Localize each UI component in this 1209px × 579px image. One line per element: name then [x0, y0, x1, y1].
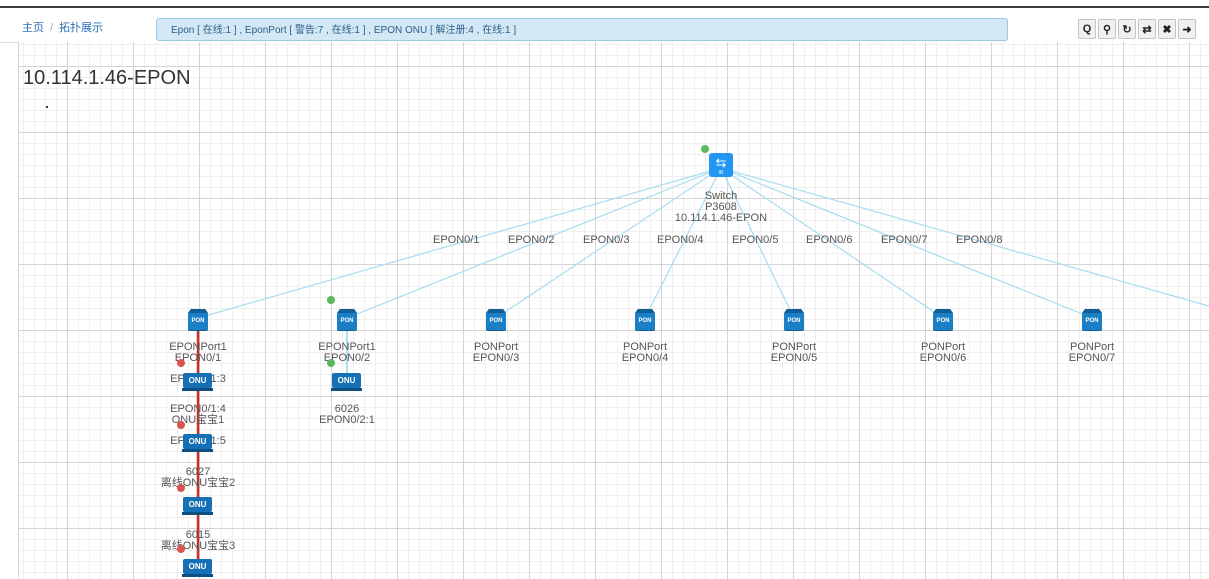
onu-online-dot	[327, 359, 335, 367]
switch-status-dot	[701, 145, 709, 153]
onu-icon[interactable]: ONU	[331, 373, 362, 391]
pon-port-id: EPON0/3	[472, 352, 520, 364]
pon-port-icon[interactable]: PON	[337, 312, 357, 330]
onu-label: 6027 离线ONU宝宝2	[148, 467, 248, 489]
pon-port-label: PONPort EPON0/7	[1042, 342, 1142, 364]
port-link-label: EPON0/4	[657, 234, 704, 246]
topology-links	[196, 167, 1209, 568]
port-link-label: EPON0/2	[508, 234, 555, 246]
switch-label: Switch P3608 10.114.1.46-EPON	[661, 191, 781, 224]
pon-port-icon[interactable]: PON	[784, 312, 804, 330]
pon-port-label: EPONPort1 EPON0/1	[148, 342, 248, 364]
port-link-label: EPON0/6	[806, 234, 853, 246]
port-link-label: EPON0/7	[881, 234, 928, 246]
port-link-label: EPON0/8	[956, 234, 1003, 246]
pon-port-status-dot	[327, 296, 335, 304]
onu-name: EPON0/2:1	[319, 414, 375, 426]
pon-port-id: EPON0/4	[621, 352, 669, 364]
pon-port-icon[interactable]: PON	[635, 312, 655, 330]
onu-icon[interactable]: ONU	[182, 373, 213, 391]
onu-label: 6026 EPON0/2:1	[297, 404, 397, 426]
pon-port-label: PONPort EPON0/5	[744, 342, 844, 364]
pon-port-icon[interactable]: PON	[933, 312, 953, 330]
port-link-label: EPON0/5	[732, 234, 779, 246]
pon-port-label: PONPort EPON0/3	[446, 342, 546, 364]
pon-port-id: EPON0/2	[323, 352, 371, 364]
onu-label: EPON0/1:4 ONU宝宝1	[148, 404, 248, 426]
onu-name: 离线ONU宝宝3	[160, 540, 236, 552]
pon-port-id: EPON0/6	[919, 352, 967, 364]
port-link-label: EPON0/1	[433, 234, 480, 246]
pon-port-icon[interactable]: PON	[188, 312, 208, 330]
onu-label: 6015 离线ONU宝宝3	[148, 530, 248, 552]
onu-name: 离线ONU宝宝2	[160, 477, 236, 489]
onu-alarm-dot	[177, 545, 185, 553]
pon-port-label: PONPort EPON0/6	[893, 342, 993, 364]
onu-alarm-dot	[177, 484, 185, 492]
pon-port-label: PONPort EPON0/4	[595, 342, 695, 364]
pon-port-id: EPON0/5	[770, 352, 818, 364]
onu-icon[interactable]: ONU	[182, 497, 213, 515]
onu-alarm-dot	[177, 421, 185, 429]
switch-name: 10.114.1.46-EPON	[674, 212, 768, 224]
port-link-label: EPON0/3	[583, 234, 630, 246]
pon-port-icon[interactable]: PON	[1082, 312, 1102, 330]
pon-port-label: EPONPort1 EPON0/2	[297, 342, 397, 364]
pon-port-id: EPON0/7	[1068, 352, 1116, 364]
onu-name: ONU宝宝1	[171, 414, 225, 426]
switch-icon[interactable]: ⇆ IR	[709, 153, 733, 177]
pon-port-id: EPON0/1	[174, 352, 222, 364]
onu-icon[interactable]: ONU	[182, 559, 213, 577]
pon-port-icon[interactable]: PON	[486, 312, 506, 330]
onu-alarm-dot	[177, 359, 185, 367]
onu-icon[interactable]: ONU	[182, 434, 213, 452]
